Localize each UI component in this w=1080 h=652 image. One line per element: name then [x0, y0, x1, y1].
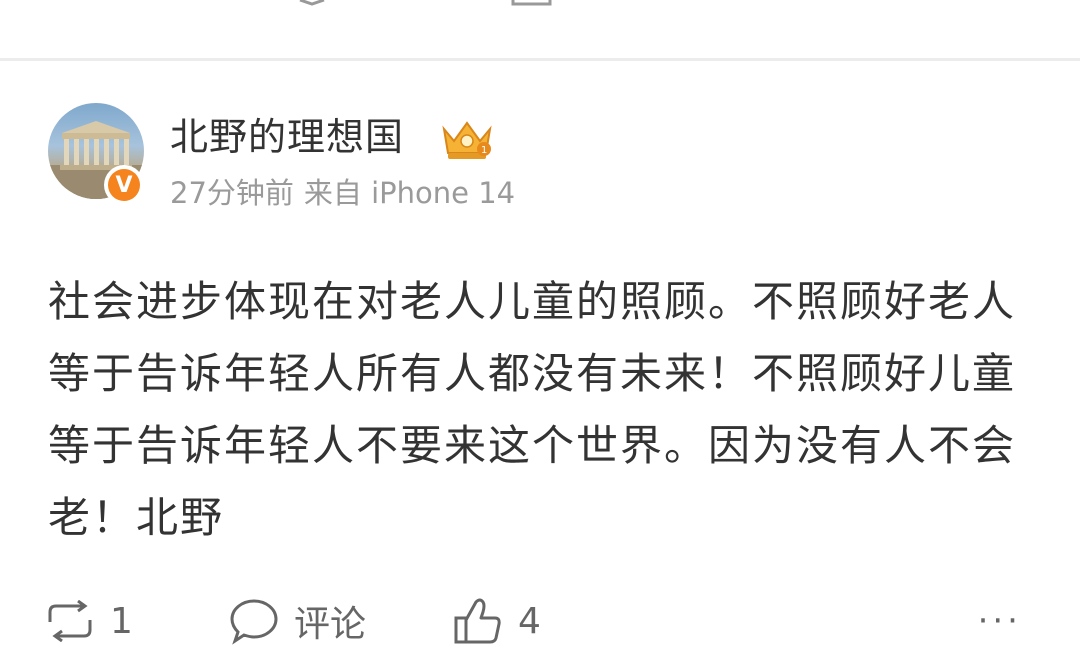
comment-label: 评论 [294, 604, 367, 645]
crown-icon[interactable]: 1 [438, 115, 496, 163]
comment-icon [230, 599, 278, 645]
comment-button[interactable]: 评论 [228, 591, 366, 651]
post-time: 27分钟前 [170, 176, 294, 210]
post-content: 社会进步体现在对老人儿童的照顾。不照顾好老人等于告诉年轻人所有人都没有未来！不照… [48, 277, 1017, 542]
verified-badge: V [104, 165, 144, 205]
like-count: 4 [518, 600, 541, 642]
more-button[interactable]: ··· [978, 591, 1022, 651]
repost-icon [48, 600, 92, 642]
post-meta: 27分钟前 来自 iPhone 14 [170, 173, 525, 213]
like-button[interactable]: 4 [452, 591, 541, 651]
thumbs-up-icon [454, 598, 501, 644]
top-toolbar-remnant [0, 0, 1080, 58]
action-bar: 1 评论 4 ··· [0, 591, 1080, 651]
username[interactable]: 北野的理想国 [170, 113, 404, 161]
top-toolbar-icon-left[interactable] [298, 0, 328, 8]
repost-button[interactable]: 1 [44, 591, 133, 651]
svg-text:1: 1 [481, 145, 487, 156]
repost-count: 1 [110, 600, 133, 642]
post-source[interactable]: 来自 iPhone 14 [304, 176, 515, 210]
weibo-post: V 北野的理想国 1 27分钟前 来自 iPhone 14 社会进步体现在对老人儿… [0, 61, 1080, 652]
verified-icon: V [108, 169, 140, 201]
top-toolbar-icon-right[interactable] [510, 0, 554, 8]
